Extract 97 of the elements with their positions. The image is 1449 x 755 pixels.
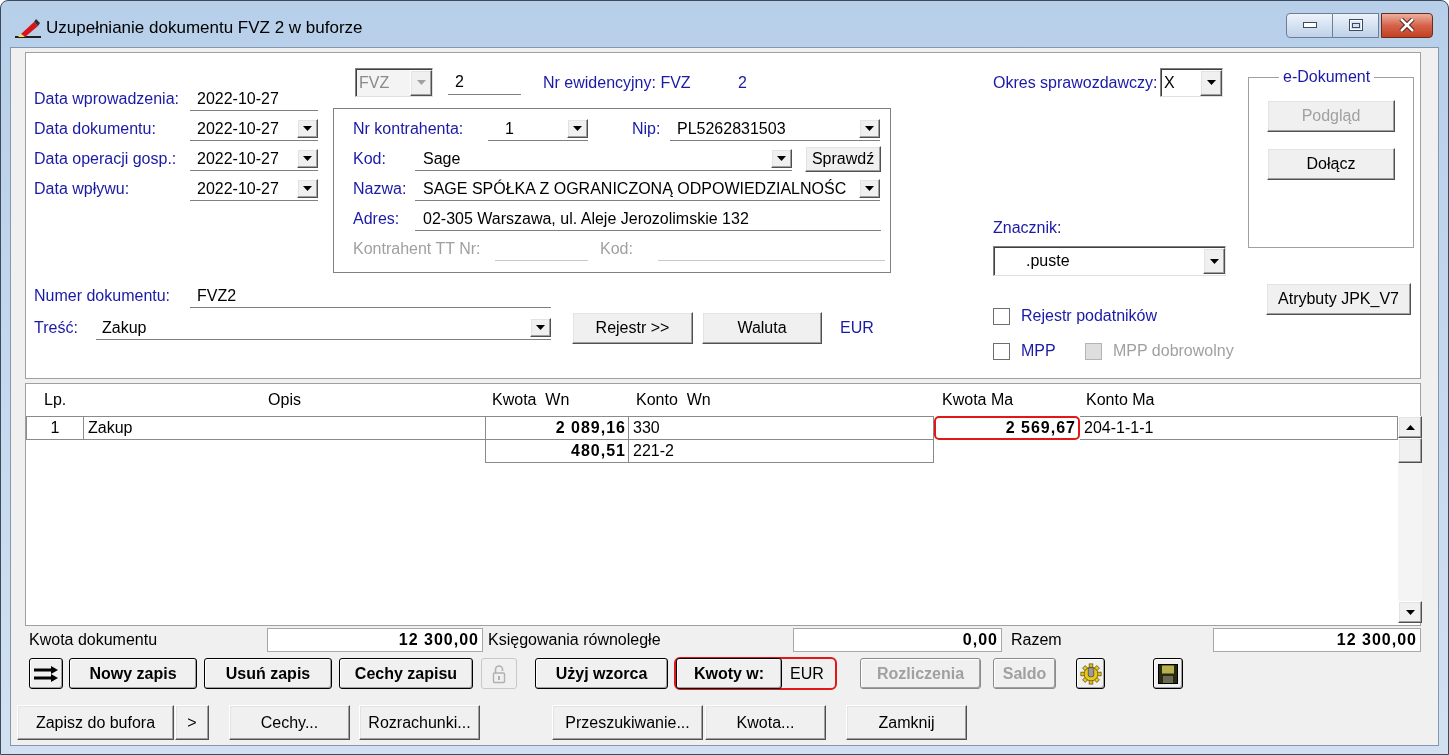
new-entry-button[interactable]: Nowy zapis bbox=[69, 658, 197, 689]
total-label: Kwota dokumentu bbox=[29, 631, 158, 648]
total-label: Księgowania równoległe bbox=[488, 631, 661, 648]
field-label: Data operacji gosp.: bbox=[34, 150, 177, 167]
pencil-icon bbox=[14, 17, 42, 39]
save-draft-button[interactable]: Zapisz do bufora bbox=[17, 705, 174, 740]
entry-features-button[interactable]: Cechy zapisu bbox=[339, 658, 473, 689]
table-cell: 204-1-1-1 bbox=[1080, 416, 1398, 440]
address-field[interactable]: 02-305 Warszawa, ul. Aleje Jerozolimskie 132 bbox=[415, 207, 881, 231]
column-header: Konto Ma bbox=[1086, 390, 1155, 410]
close-icon bbox=[1399, 18, 1415, 32]
currency-code: EUR bbox=[840, 318, 874, 338]
column-header: Kwota Wn bbox=[492, 390, 570, 410]
field-label: Data wpływu: bbox=[34, 180, 130, 197]
name-dropdown[interactable]: SAGE SPÓŁKA Z OGRANICZONĄ ODPOWIEDZIALNOŚC bbox=[415, 177, 880, 201]
window-title: Uzupełnianie dokumentu FVZ 2 w buforze bbox=[46, 17, 363, 40]
minimize-icon bbox=[1302, 22, 1317, 28]
save-button[interactable] bbox=[1153, 658, 1183, 689]
close-button[interactable] bbox=[1381, 12, 1433, 38]
more-button[interactable]: > bbox=[175, 705, 209, 740]
field-label: Znacznik: bbox=[993, 218, 1062, 238]
up-arrow-icon bbox=[1405, 424, 1415, 430]
checkbox-label: MPP dobrowolny bbox=[1113, 341, 1234, 361]
contractor-number-dropdown[interactable]: 1 bbox=[488, 117, 588, 141]
attributes-button[interactable]: Atrybuty JPK_V7 bbox=[1266, 283, 1411, 315]
padlock-icon bbox=[492, 663, 506, 684]
checkbox[interactable] bbox=[993, 342, 1010, 360]
save-icon bbox=[1158, 663, 1178, 684]
currency-button[interactable]: Waluta bbox=[702, 312, 822, 344]
checkbox-label: MPP bbox=[1021, 341, 1056, 361]
currency-code: EUR bbox=[790, 663, 824, 684]
column-header: Konto Wn bbox=[636, 390, 711, 410]
scroll-down-button[interactable] bbox=[1398, 601, 1422, 623]
switch-button[interactable] bbox=[29, 658, 63, 689]
description-dropdown[interactable]: Zakup bbox=[96, 316, 551, 340]
field-label: Nazwa: bbox=[353, 180, 407, 197]
attach-button[interactable]: Dołącz bbox=[1267, 148, 1395, 180]
table-cell: 330 bbox=[629, 416, 934, 440]
date-dropdown[interactable]: 2022-10-27 bbox=[190, 177, 318, 201]
gear-icon bbox=[1079, 662, 1102, 685]
register-number-value: 2 bbox=[738, 72, 747, 93]
column-header: Opis bbox=[268, 390, 301, 410]
column-header: Kwota Ma bbox=[942, 390, 1014, 410]
marker-dropdown[interactable]: .puste bbox=[993, 246, 1226, 276]
check-button[interactable]: Sprawdź bbox=[805, 146, 881, 172]
field-label: Nr kontrahenta: bbox=[353, 120, 464, 137]
date-dropdown[interactable]: 2022-10-27 bbox=[190, 147, 318, 171]
table-cell: 2 089,16 bbox=[485, 416, 629, 440]
scrollbar[interactable] bbox=[1398, 416, 1422, 623]
period-dropdown[interactable]: X bbox=[1160, 68, 1223, 97]
total-label: Razem bbox=[1011, 631, 1062, 648]
settings-button[interactable] bbox=[1076, 658, 1105, 689]
amounts-in-button[interactable]: Kwoty w: bbox=[676, 658, 782, 689]
maximize-button[interactable] bbox=[1333, 12, 1379, 38]
field-label: Data dokumentu: bbox=[34, 120, 156, 137]
field-label: Adres: bbox=[353, 210, 400, 227]
checkbox-label: Rejestr podatników bbox=[1021, 306, 1158, 326]
double-arrow-icon bbox=[33, 664, 59, 683]
field-label: Kontrahent TT Nr: bbox=[353, 240, 481, 257]
field-label: Numer dokumentu: bbox=[34, 287, 171, 304]
table-cell: 1 bbox=[26, 416, 84, 440]
nip-dropdown[interactable]: PL5262831503 bbox=[670, 117, 880, 141]
close-dialog-button[interactable]: Zamknij bbox=[846, 705, 967, 740]
field-label: Kod: bbox=[353, 150, 386, 167]
field-label: Kod: bbox=[600, 240, 633, 257]
field-label: Data wprowadzenia: bbox=[34, 90, 179, 107]
amount-field[interactable]: 12 300,00 bbox=[267, 628, 483, 652]
scroll-up-button[interactable] bbox=[1398, 416, 1422, 438]
down-arrow-icon bbox=[1405, 609, 1415, 615]
table-cell: 480,51 bbox=[485, 440, 629, 463]
code-dropdown[interactable]: Sage bbox=[415, 147, 792, 171]
use-template-button[interactable]: Użyj wzorca bbox=[535, 658, 668, 689]
field-label: Treść: bbox=[34, 319, 78, 336]
register-button[interactable]: Rejestr >> bbox=[572, 312, 693, 344]
amount-field[interactable]: 12 300,00 bbox=[1213, 628, 1421, 652]
minimize-button[interactable] bbox=[1286, 12, 1333, 38]
table-cell: Zakup bbox=[84, 416, 485, 440]
checkbox[interactable] bbox=[993, 307, 1010, 325]
table-cell: 221-2 bbox=[629, 440, 934, 463]
column-header: Lp. bbox=[44, 390, 67, 410]
amount-field[interactable]: 0,00 bbox=[793, 628, 1002, 652]
register-number-label: Nr ewidencyjny: FVZ bbox=[543, 73, 691, 91]
document-number-field[interactable]: FVZ2 bbox=[190, 284, 551, 308]
date-field[interactable]: 2022-10-27 bbox=[190, 87, 318, 111]
table-cell: 2 569,67 bbox=[934, 416, 1080, 440]
delete-entry-button[interactable]: Usuń zapis bbox=[204, 658, 332, 689]
scrollbar-thumb[interactable] bbox=[1398, 438, 1422, 463]
maximize-icon bbox=[1348, 19, 1363, 31]
date-dropdown[interactable]: 2022-10-27 bbox=[190, 117, 318, 141]
search-button[interactable]: Przeszukiwanie... bbox=[552, 705, 703, 740]
features-button[interactable]: Cechy... bbox=[229, 705, 350, 740]
amount-button[interactable]: Kwota... bbox=[705, 705, 826, 740]
field-label: Nip: bbox=[632, 120, 661, 137]
settlements-button[interactable]: Rozrachunki... bbox=[359, 705, 480, 740]
field-label: Okres sprawozdawczy: bbox=[993, 73, 1158, 91]
group-title: e-Dokument bbox=[1282, 68, 1372, 86]
number-field[interactable]: 2 bbox=[448, 70, 521, 95]
